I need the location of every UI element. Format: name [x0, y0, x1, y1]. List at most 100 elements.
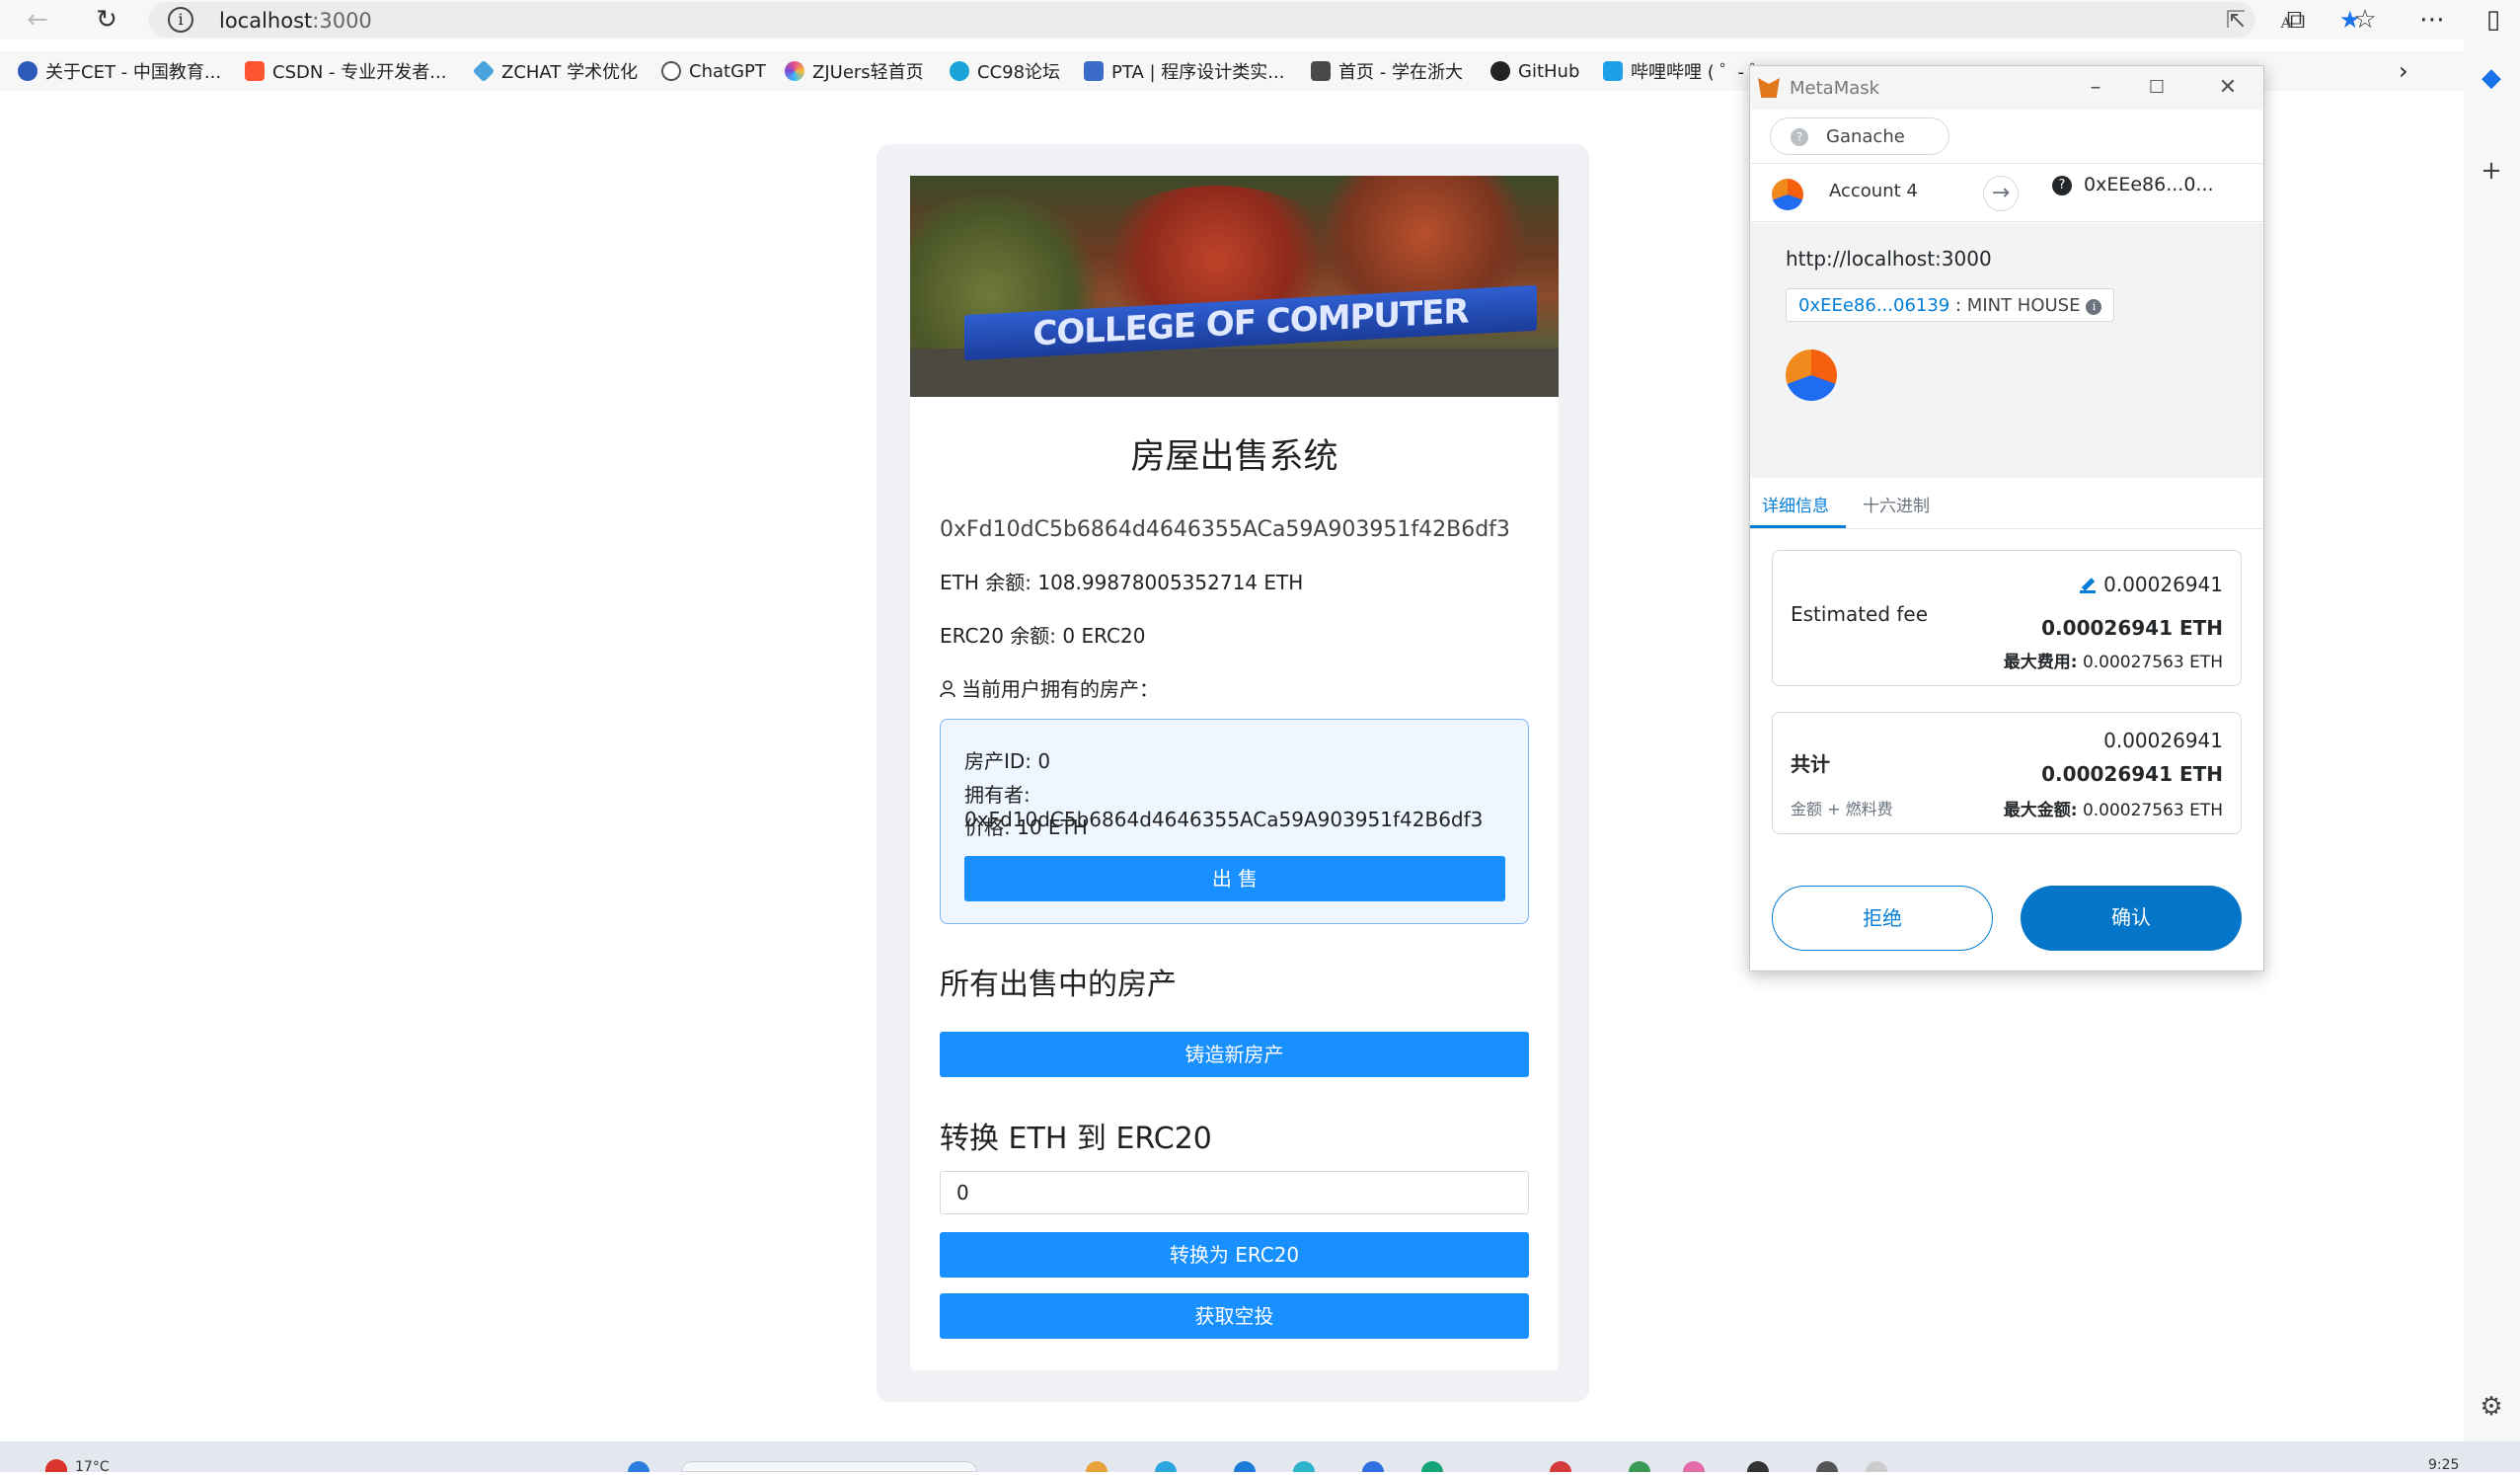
convert-to-erc20-button[interactable]: 转换为 ERC20 — [940, 1232, 1529, 1278]
url-text: localhost:3000 — [219, 9, 372, 33]
max-fee-row: 最大费用: 0.00027563 ETH — [2004, 648, 2223, 672]
sidebar-settings-gear-icon[interactable]: ⚙ — [2476, 1392, 2507, 1424]
taskbar-app-icon[interactable] — [1550, 1461, 1571, 1472]
extensions-icon[interactable]: ⧉ — [2280, 4, 2312, 36]
taskbar-search-box[interactable] — [681, 1461, 977, 1472]
bookmark-item[interactable]: CC98论坛 — [950, 57, 1060, 85]
network-selector[interactable]: ? Ganache — [1770, 117, 1949, 155]
owned-houses-label: 当前用户拥有的房产： — [961, 677, 1159, 701]
reject-button[interactable]: 拒绝 — [1772, 886, 1993, 951]
bookmark-favicon-icon — [661, 61, 681, 81]
bookmark-label: CC98论坛 — [977, 62, 1061, 83]
info-icon[interactable]: i — [2086, 299, 2102, 315]
mint-house-button[interactable]: 铸造新房产 — [940, 1032, 1529, 1077]
erc20-balance: ERC20 余额: 0 ERC20 — [940, 624, 1146, 648]
page-title: 房屋出售系统 — [1130, 437, 1338, 477]
bookmark-favicon-icon — [18, 61, 38, 81]
taskbar-app-icon[interactable] — [1293, 1461, 1315, 1472]
bookmark-label: ChatGPT — [689, 60, 766, 82]
convert-heading: 转换 ETH 到 ERC20 — [940, 1122, 1212, 1156]
bookmark-item[interactable]: PTA | 程序设计类实... — [1084, 57, 1284, 85]
taskbar-clock: 9:25 — [2428, 1457, 2460, 1473]
bookmark-favicon-icon — [472, 59, 496, 83]
bookmark-label: CSDN - 专业开发者... — [272, 62, 447, 83]
taskbar-app-icon[interactable] — [1747, 1461, 1769, 1472]
fee-small-row: 0.00026941 — [2080, 573, 2223, 596]
total-bold-value: 0.00026941 ETH — [2041, 762, 2223, 786]
total-small-value: 0.00026941 — [2103, 729, 2223, 752]
method-name: : MINT HOUSE — [1955, 295, 2081, 316]
taskbar-app-icon[interactable] — [1234, 1461, 1256, 1472]
total-subtitle: 金额 + 燃料费 — [1791, 800, 1893, 818]
bilibili-icon — [1603, 61, 1623, 81]
start-menu-icon[interactable] — [628, 1461, 649, 1472]
taskbar-app-icon[interactable] — [1421, 1461, 1443, 1472]
bookmark-label: 首页 - 学在浙大 — [1338, 62, 1463, 83]
get-airdrop-button[interactable]: 获取空投 — [940, 1293, 1529, 1339]
sell-button[interactable]: 出 售 — [964, 856, 1505, 901]
add-sidebar-app-icon[interactable]: + — [2476, 156, 2507, 188]
house-card: 房产ID: 0 拥有者: 0xFd10dC5b6864d4646355ACa59… — [940, 719, 1529, 924]
metamask-popup: MetaMask – ☐ ✕ ? Ganache Account 4 → ? 0x… — [1749, 65, 2264, 971]
bookmark-label: GitHub — [1518, 60, 1580, 82]
max-fee-value: 0.00027563 ETH — [2082, 653, 2223, 672]
favorites-icon[interactable]: ☆ — [2349, 4, 2381, 36]
metamask-window-title: MetaMask — [1790, 78, 1880, 99]
taskbar-app-icon[interactable] — [1155, 1461, 1177, 1472]
open-in-app-icon[interactable]: ⇱ — [2226, 6, 2246, 34]
active-tab-indicator — [1750, 525, 1846, 528]
fee-bold-value: 0.00026941 ETH — [2041, 616, 2223, 640]
maximize-icon[interactable]: ☐ — [2143, 74, 2171, 102]
from-account-name: Account 4 — [1829, 181, 1918, 201]
bookmark-item[interactable]: ZJUers轻首页 — [785, 57, 924, 85]
tab-details[interactable]: 详细信息 — [1762, 492, 1829, 516]
back-arrow-icon[interactable]: ← — [22, 4, 53, 36]
refresh-icon[interactable]: ↻ — [91, 4, 122, 36]
fee-small-value: 0.00026941 — [2103, 573, 2223, 596]
browser-toolbar: ← ↻ i localhost:3000 ⇱ ꭺ ★ ⧉ ☆ ⋯ ▯ — [0, 0, 2520, 39]
bookmark-item[interactable]: GitHub — [1490, 57, 1579, 85]
unknown-recipient-icon: ? — [2052, 176, 2072, 195]
taskbar-app-icon[interactable] — [1683, 1461, 1705, 1472]
sidebar-toggle-icon[interactable]: ▯ — [2478, 4, 2509, 36]
user-icon — [940, 680, 955, 698]
confirm-button[interactable]: 确认 — [2021, 886, 2242, 951]
for-sale-heading: 所有出售中的房产 — [940, 968, 1177, 1002]
weather-badge-icon — [45, 1459, 67, 1472]
bookmark-item[interactable]: ZCHAT 学术优化 — [472, 57, 638, 85]
minimize-icon[interactable]: – — [2082, 74, 2109, 102]
account-row: Account 4 → ? 0xEEe86...0... — [1750, 163, 2263, 222]
tab-hex[interactable]: 十六进制 — [1863, 492, 1930, 516]
bookmark-label: PTA | 程序设计类实... — [1111, 62, 1285, 83]
address-bar[interactable]: i localhost:3000 ⇱ ꭺ ★ — [148, 2, 2361, 38]
contract-address-link[interactable]: 0xEEe86...06139 — [1798, 295, 1949, 316]
bookmark-item[interactable]: CSDN - 专业开发者... — [245, 57, 446, 85]
taskbar-app-icon[interactable] — [1086, 1461, 1107, 1472]
eth-amount-input[interactable] — [940, 1171, 1529, 1214]
site-info-icon[interactable]: i — [168, 7, 193, 33]
to-address-label: 0xEEe86...0... — [2084, 174, 2214, 195]
close-icon[interactable]: ✕ — [2214, 74, 2242, 102]
taskbar-app-icon[interactable] — [1866, 1461, 1887, 1472]
taskbar-app-icon[interactable] — [1362, 1461, 1384, 1472]
account-avatar — [1772, 179, 1803, 210]
edit-pencil-icon[interactable] — [2080, 578, 2097, 593]
bookmark-item[interactable]: 哔哩哔哩 ( ゜- ゜ — [1603, 57, 1768, 85]
bookmark-item[interactable]: 关于CET - 中国教育... — [18, 57, 221, 85]
bookmark-favicon-icon — [1084, 61, 1104, 81]
discover-icon[interactable]: ◆ — [2476, 63, 2507, 95]
taskbar-app-icon[interactable] — [1629, 1461, 1650, 1472]
bookmarks-overflow-chevron-icon[interactable]: › — [2399, 57, 2408, 85]
bookmark-item[interactable]: 首页 - 学在浙大 — [1311, 57, 1463, 85]
network-name: Ganache — [1826, 126, 1905, 147]
estimated-fee-box: Estimated fee 0.00026941 0.00026941 ETH … — [1772, 550, 2242, 686]
more-menu-icon[interactable]: ⋯ — [2416, 4, 2448, 36]
max-amount-row: 最大金额: 0.00027563 ETH — [2004, 796, 2223, 820]
metamask-fox-icon — [1758, 78, 1780, 98]
bookmark-label: 关于CET - 中国教育... — [45, 62, 222, 83]
contract-avatar — [1786, 349, 1837, 401]
bookmark-item[interactable]: ChatGPT — [661, 57, 766, 85]
house-id: 房产ID: 0 — [964, 749, 1051, 773]
taskbar-app-icon[interactable] — [1816, 1461, 1838, 1472]
to-address[interactable]: ? 0xEEe86...0... — [2052, 174, 2214, 195]
